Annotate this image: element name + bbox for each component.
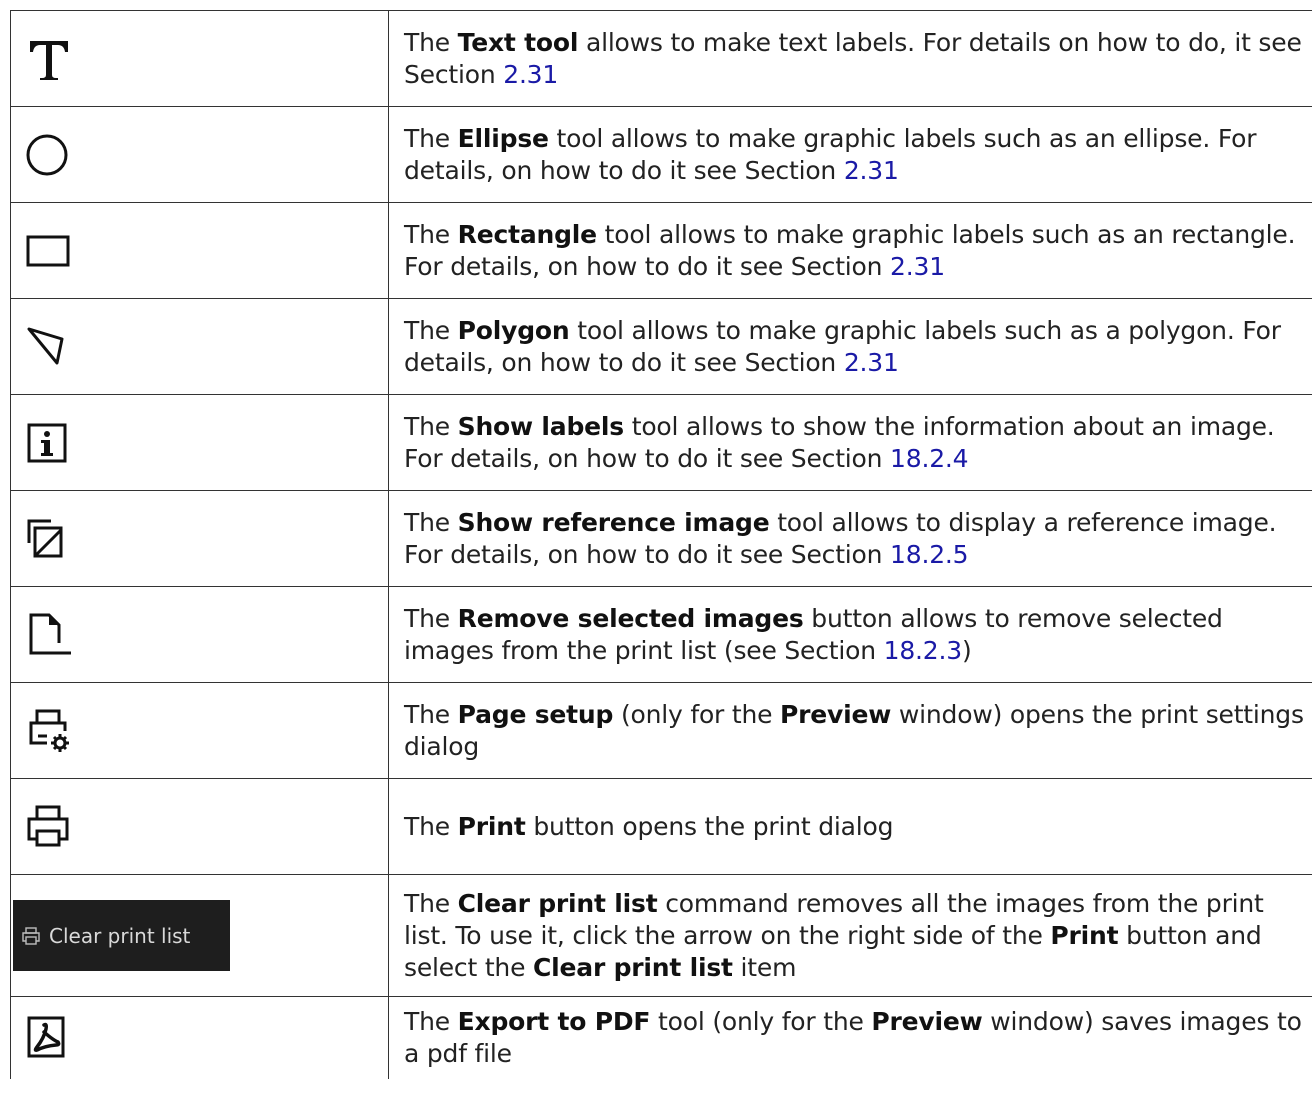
bold-term: Print xyxy=(1050,920,1119,950)
section-link[interactable]: 18.2.4 xyxy=(890,444,969,473)
row-description: The Page setup (only for the Preview win… xyxy=(388,682,1312,779)
table-row: The Rectangle tool allows to make graphi… xyxy=(10,202,1312,299)
text-tool-icon xyxy=(25,35,73,83)
ellipse-icon xyxy=(25,131,73,179)
row-description: The Rectangle tool allows to make graphi… xyxy=(388,202,1312,299)
table-row: The Export to PDF tool (only for the Pre… xyxy=(10,996,1312,1079)
row-description: The Polygon tool allows to make graphic … xyxy=(388,298,1312,395)
description-text: The xyxy=(404,603,458,633)
icon-cell xyxy=(10,778,389,875)
icon-cell xyxy=(10,586,389,683)
bold-term: Show reference image xyxy=(457,507,770,537)
row-description: The Export to PDF tool (only for the Pre… xyxy=(388,996,1312,1079)
printer-icon xyxy=(25,803,73,851)
table-row: Clear print list The Clear print list co… xyxy=(10,874,1312,997)
bold-term: Polygon xyxy=(457,315,570,345)
description-text: The xyxy=(404,811,458,841)
bold-term: Print xyxy=(457,811,526,841)
rectangle-icon xyxy=(25,227,73,275)
icon-cell xyxy=(10,682,389,779)
icon-cell xyxy=(10,202,389,299)
bold-term: Preview xyxy=(780,699,892,729)
bold-term: Export to PDF xyxy=(457,1006,651,1036)
row-description: The Print button opens the print dialog xyxy=(388,778,1312,875)
polygon-icon xyxy=(25,323,73,371)
bold-term: Page setup xyxy=(457,699,614,729)
table-row: The Show labels tool allows to show the … xyxy=(10,394,1312,491)
description-text: tool (only for the xyxy=(650,1006,872,1036)
table-row: The Page setup (only for the Preview win… xyxy=(10,682,1312,779)
description-text: (only for the xyxy=(613,699,781,729)
icon-cell xyxy=(10,298,389,395)
icon-cell xyxy=(10,10,389,107)
section-link[interactable]: 2.31 xyxy=(503,60,558,89)
description-text: The xyxy=(404,123,458,153)
table-row: The Ellipse tool allows to make graphic … xyxy=(10,106,1312,203)
section-link[interactable]: 18.2.3 xyxy=(884,636,963,665)
clear-print-list-button[interactable]: Clear print list xyxy=(13,900,230,971)
icon-cell xyxy=(10,490,389,587)
reference-image-icon xyxy=(25,515,73,563)
icon-cell xyxy=(10,106,389,203)
bold-term: Clear print list xyxy=(457,888,658,918)
section-link[interactable]: 2.31 xyxy=(890,252,945,281)
description-text: The xyxy=(404,411,458,441)
bold-term: Show labels xyxy=(457,411,625,441)
description-text: The xyxy=(404,1006,458,1036)
pdf-export-icon xyxy=(25,1014,73,1062)
table-row: The Text tool allows to make text labels… xyxy=(10,10,1312,107)
section-link[interactable]: 18.2.5 xyxy=(890,540,969,569)
row-description: The Show reference image tool allows to … xyxy=(388,490,1312,587)
tools-table: The Text tool allows to make text labels… xyxy=(10,10,1312,1079)
bold-term: Rectangle xyxy=(457,219,597,249)
row-description: The Ellipse tool allows to make graphic … xyxy=(388,106,1312,203)
table-row: The Polygon tool allows to make graphic … xyxy=(10,298,1312,395)
description-text: The xyxy=(404,507,458,537)
bold-term: Text tool xyxy=(457,27,579,57)
section-link[interactable]: 2.31 xyxy=(844,348,899,377)
icon-cell xyxy=(10,394,389,491)
table-row: The Show reference image tool allows to … xyxy=(10,490,1312,587)
info-icon xyxy=(25,419,73,467)
icon-cell xyxy=(10,996,389,1079)
page-setup-icon xyxy=(25,707,73,755)
description-text: The xyxy=(404,699,458,729)
remove-document-icon xyxy=(25,611,73,659)
description-text: The xyxy=(404,888,458,918)
bold-term: Preview xyxy=(871,1006,983,1036)
table-row: The Print button opens the print dialog xyxy=(10,778,1312,875)
description-text: button opens the print dialog xyxy=(525,811,894,841)
row-description: The Text tool allows to make text labels… xyxy=(388,10,1312,107)
row-description: The Show labels tool allows to show the … xyxy=(388,394,1312,491)
bold-term: Clear print list xyxy=(533,952,733,982)
description-text: The xyxy=(404,315,458,345)
description-text: The xyxy=(404,219,458,249)
clear-print-list-label: Clear print list xyxy=(49,923,191,948)
row-description: The Remove selected images button allows… xyxy=(388,586,1312,683)
bold-term: Remove selected images xyxy=(457,603,804,633)
row-description: The Clear print list command removes all… xyxy=(388,874,1312,997)
description-text: The xyxy=(404,27,458,57)
icon-cell: Clear print list xyxy=(10,874,389,997)
description-text: ) xyxy=(961,635,972,665)
table-row: The Remove selected images button allows… xyxy=(10,586,1312,683)
printer-icon xyxy=(22,926,40,945)
section-link[interactable]: 2.31 xyxy=(844,156,899,185)
description-text: item xyxy=(732,952,797,982)
bold-term: Ellipse xyxy=(457,123,549,153)
